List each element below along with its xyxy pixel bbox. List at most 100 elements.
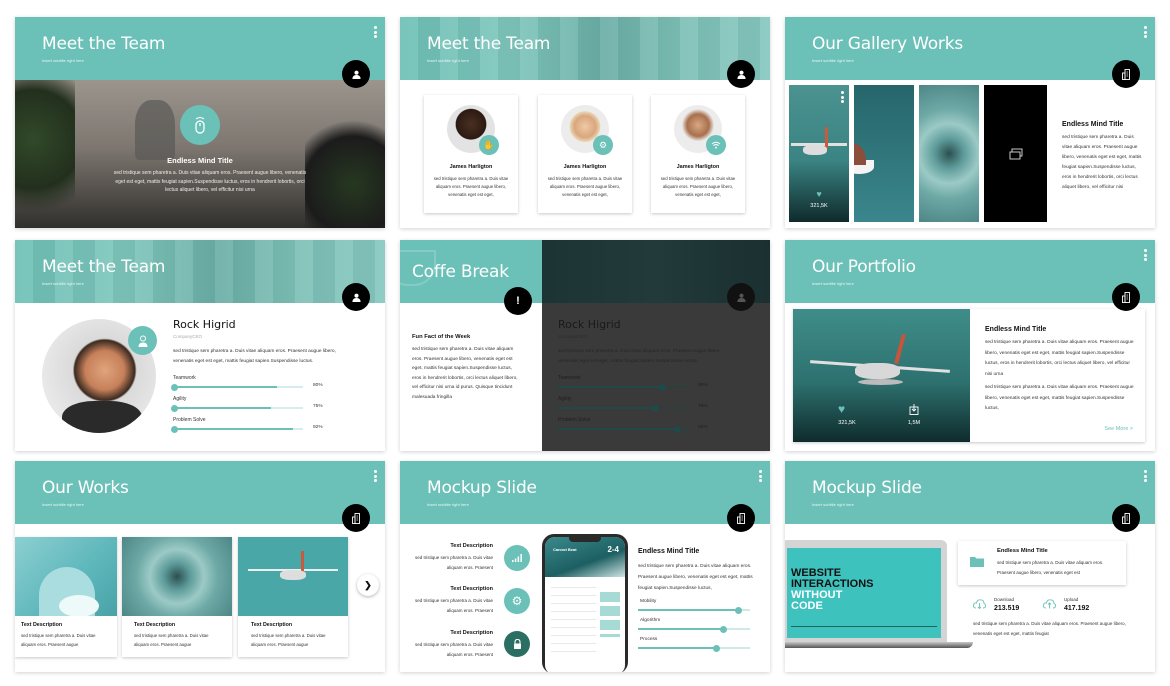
gallery-body: sed tristique sem pharetra a. Duis vitae… bbox=[1062, 135, 1142, 190]
mouse-icon bbox=[180, 105, 220, 145]
slide-title: Our Gallery Works bbox=[812, 34, 964, 54]
slider-track[interactable] bbox=[638, 625, 750, 633]
skill-bar-knob[interactable] bbox=[171, 404, 178, 412]
slide-our-works[interactable]: Our Works Insert subtitle right here Tex… bbox=[15, 461, 385, 672]
slide-meet-team-2[interactable]: Meet the Team Insert subtitle right here… bbox=[400, 17, 770, 228]
see-more-link[interactable]: See More > bbox=[1104, 426, 1133, 432]
skill-bar-knob[interactable] bbox=[171, 425, 178, 433]
member-card[interactable]: James Harligton sed tristique sem pharet… bbox=[651, 95, 745, 213]
member-card[interactable]: ✋ James Harligton sed tristique sem phar… bbox=[424, 95, 518, 213]
skill-bar-knob[interactable] bbox=[674, 425, 682, 433]
slider-track[interactable] bbox=[638, 644, 750, 652]
gallery-image-empty[interactable] bbox=[984, 85, 1047, 222]
more-icon[interactable] bbox=[374, 470, 377, 484]
gallery-image-plane[interactable]: ♥ 321,5K bbox=[789, 85, 849, 222]
building-icon[interactable] bbox=[1112, 60, 1140, 88]
slide-title: Our Works bbox=[42, 478, 129, 498]
feature-body: sed tristique sem pharetra a. Duis vitae… bbox=[414, 642, 493, 657]
skill-bar-knob[interactable] bbox=[171, 383, 178, 391]
user-icon[interactable] bbox=[342, 60, 370, 88]
more-icon[interactable] bbox=[1144, 249, 1147, 263]
laptop-mockup: WEBSITE INTERACTIONS WITHOUT CODE bbox=[785, 540, 973, 652]
skill-value: 75% bbox=[698, 404, 708, 409]
skill-bar-fill bbox=[558, 386, 662, 388]
slide-coffee-break[interactable]: Coffe Break ! Fun Fact of the Week sed t… bbox=[400, 240, 770, 451]
user-icon[interactable] bbox=[342, 283, 370, 311]
work-card[interactable]: Text Description sed tristique sem phare… bbox=[122, 537, 232, 657]
user-icon[interactable] bbox=[727, 60, 755, 88]
work-card[interactable]: Text Description sed tristique sem phare… bbox=[15, 537, 117, 657]
slider-label: Mobility bbox=[640, 599, 657, 604]
skills-list: Teamwork 80% Agility 75% Problem Solve 92% bbox=[171, 375, 341, 445]
slider-fill bbox=[638, 609, 739, 611]
slider-fill bbox=[638, 628, 724, 630]
building-icon[interactable] bbox=[727, 504, 755, 532]
work-title: Text Description bbox=[251, 622, 293, 628]
building-icon[interactable] bbox=[1112, 283, 1140, 311]
cloud-download-icon[interactable] bbox=[973, 599, 986, 609]
more-icon[interactable] bbox=[841, 91, 844, 105]
more-icon[interactable] bbox=[374, 26, 377, 40]
skill-bar-fill bbox=[558, 428, 678, 430]
slide-meet-team-profile[interactable]: Meet the Team Insert subtitle right here… bbox=[15, 240, 385, 451]
skill-bar-knob[interactable] bbox=[652, 404, 659, 412]
work-image-lamp bbox=[15, 537, 117, 616]
gallery-image-lamp[interactable] bbox=[854, 85, 914, 222]
slide-subtitle: Insert subtitle right here bbox=[42, 502, 84, 507]
slide-portfolio[interactable]: Our Portfolio Insert subtitle right here… bbox=[785, 240, 1155, 451]
slide-title: Meet the Team bbox=[42, 34, 166, 54]
slider-fill bbox=[638, 647, 717, 649]
slider-knob[interactable] bbox=[712, 644, 720, 652]
work-body: sed tristique sem pharetra a. Duis vitae… bbox=[21, 633, 96, 647]
slide-gallery-works[interactable]: Our Gallery Works Insert subtitle right … bbox=[785, 17, 1155, 228]
heart-icon[interactable]: ♥ bbox=[789, 189, 849, 199]
next-button[interactable]: ❯ bbox=[357, 574, 379, 596]
slider-knob[interactable] bbox=[735, 606, 743, 614]
overlay-body: sed tristique sem pharetra a. Duis vitae… bbox=[558, 349, 721, 364]
more-icon[interactable] bbox=[759, 470, 762, 484]
profile-name: Rock Higrid bbox=[173, 318, 236, 331]
gallery-image-succulent[interactable] bbox=[919, 85, 979, 222]
gear-icon: ⚙ bbox=[504, 588, 530, 614]
exclamation-icon[interactable]: ! bbox=[504, 287, 532, 315]
card-heading: Endless Mind Title bbox=[997, 548, 1048, 554]
more-icon[interactable] bbox=[1144, 470, 1147, 484]
download-value: 213.519 bbox=[994, 605, 1020, 612]
cloud-upload-icon[interactable] bbox=[1043, 599, 1056, 609]
skill-bar[interactable] bbox=[558, 404, 688, 412]
skill-bar[interactable] bbox=[171, 425, 303, 433]
slide-title: Meet the Team bbox=[427, 34, 551, 54]
work-image-succulent bbox=[122, 537, 232, 616]
building-icon[interactable] bbox=[342, 504, 370, 532]
skill-bar[interactable] bbox=[558, 425, 688, 433]
slider-label: Process bbox=[640, 637, 658, 642]
skill-bar[interactable] bbox=[171, 404, 303, 412]
work-title: Text Description bbox=[134, 622, 176, 628]
member-card[interactable]: ⚙ James Harligton sed tristique sem phar… bbox=[538, 95, 632, 213]
slide-mockup-laptop[interactable]: Mockup Slide Insert subtitle right here … bbox=[785, 461, 1155, 672]
portfolio-image[interactable]: ♥ 321,5K 1,5M bbox=[793, 309, 970, 442]
skill-bar[interactable] bbox=[171, 383, 303, 391]
skill-bar[interactable] bbox=[558, 383, 688, 391]
more-icon[interactable] bbox=[1144, 26, 1147, 40]
work-image-plane bbox=[238, 537, 348, 616]
skill-label: Problem Solve bbox=[558, 417, 591, 423]
slider-knob[interactable] bbox=[719, 625, 727, 633]
skill-bar-fill bbox=[173, 428, 293, 430]
download-box-icon[interactable] bbox=[909, 404, 919, 415]
heart-icon[interactable]: ♥ bbox=[838, 402, 845, 416]
work-card[interactable]: Text Description sed tristique sem phare… bbox=[238, 537, 348, 657]
user-icon[interactable] bbox=[727, 283, 755, 311]
slider-track[interactable] bbox=[638, 606, 750, 614]
slide-subtitle: Insert subtitle right here bbox=[42, 281, 84, 286]
stats-body: sed tristique sem pharetra a. Duis vitae… bbox=[973, 621, 1126, 636]
building-icon[interactable] bbox=[1112, 504, 1140, 532]
member-bio: sed tristique sem pharetra a. Duis vitae… bbox=[433, 176, 509, 197]
slide-meet-team-1[interactable]: Meet the Team Insert subtitle right here… bbox=[15, 17, 385, 228]
slide-subtitle: Insert subtitle right here bbox=[42, 58, 84, 63]
hand-icon: ✋ bbox=[479, 135, 499, 155]
skill-bar-knob[interactable] bbox=[658, 383, 666, 391]
slide-mockup-phone[interactable]: Mockup Slide Insert subtitle right here … bbox=[400, 461, 770, 672]
laptop-screen: WEBSITE INTERACTIONS WITHOUT CODE bbox=[787, 548, 941, 638]
slide-subtitle: Insert subtitle right here bbox=[812, 502, 854, 507]
